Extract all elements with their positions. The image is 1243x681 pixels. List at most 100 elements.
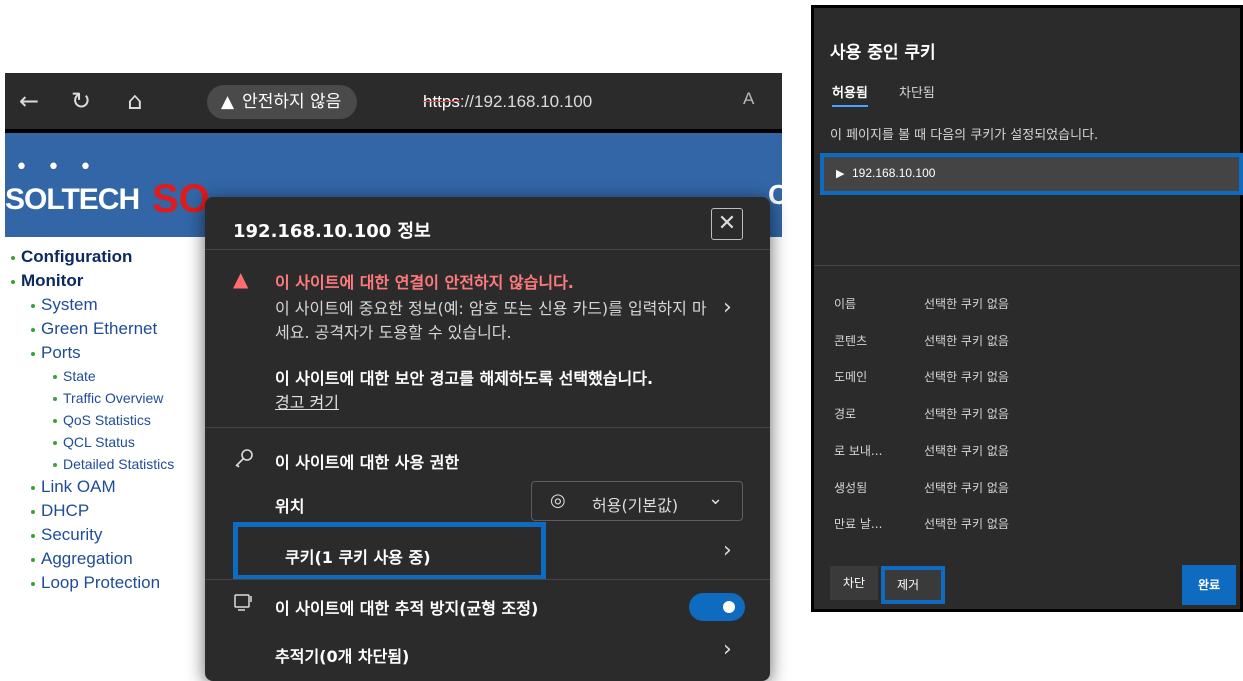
nav-item[interactable]: System (5, 293, 205, 317)
nav-item-label: Loop Protection (41, 573, 161, 592)
nav-item-label: Aggregation (41, 549, 133, 568)
tab-blocked[interactable]: 차단됨 (899, 82, 935, 101)
divider (205, 427, 770, 428)
warning-title: 이 사이트에 대한 연결이 안전하지 않습니다. (275, 273, 574, 292)
cookie-property-name: 만료 날... (834, 517, 883, 531)
nav-item[interactable]: Aggregation (5, 547, 205, 571)
close-icon[interactable]: ✕ (711, 208, 743, 240)
bullet-icon (53, 397, 57, 402)
bullet-icon (53, 441, 57, 446)
key-icon (233, 447, 255, 474)
warning-body[interactable]: 이 사이트에 중요한 정보(예: 암호 또는 신용 카드)를 입력하지 마세요.… (275, 297, 713, 345)
nav-item[interactable]: State (5, 365, 205, 387)
nav-item-label: Green Ethernet (41, 319, 158, 338)
logo-text: SOLTECH (5, 183, 140, 216)
expand-triangle-icon[interactable]: ▶ (836, 167, 844, 180)
nav-item-label: QoS Statistics (63, 412, 151, 428)
nav-item[interactable]: DHCP (5, 499, 205, 523)
not-secure-chip[interactable]: ▲ 안전하지 않음 (207, 85, 358, 119)
url-host: ://192.168.10.100 (459, 92, 593, 111)
bullet-icon (31, 303, 35, 308)
cookie-property-value: 선택한 쿠키 없음 (924, 444, 1009, 458)
location-label: 위치 (275, 497, 305, 516)
nav-item-label: Traffic Overview (63, 390, 164, 406)
nav-item-label: System (41, 295, 98, 314)
tab-allowed[interactable]: 허용됨 (832, 82, 868, 107)
turn-on-warnings-link[interactable]: 경고 켜기 (275, 389, 339, 413)
warning-icon: ▲ (233, 267, 249, 291)
nav-item[interactable]: QCL Status (5, 431, 205, 453)
cookie-site-name: 192.168.10.100 (852, 166, 936, 180)
nav-item[interactable]: Security (5, 523, 205, 547)
done-button[interactable]: 완료 (1182, 565, 1236, 605)
nav-item[interactable]: Link OAM (5, 475, 205, 499)
cookie-property-value: 선택한 쿠키 없음 (924, 481, 1009, 495)
permissions-title: 이 사이트에 대한 사용 권한 (275, 453, 460, 472)
nav-item[interactable]: Traffic Overview (5, 387, 205, 409)
nav-item-label: Configuration (21, 247, 133, 266)
divider (814, 265, 1240, 266)
popup-title: 192.168.10.100 정보 (233, 221, 431, 242)
nav-item[interactable]: Green Ethernet (5, 317, 205, 341)
trackers-label[interactable]: 추적기(0개 차단됨) (275, 643, 409, 667)
bypass-text: 이 사이트에 대한 보안 경고를 해제하도록 선택했습니다. (275, 369, 654, 388)
toggle-knob (723, 601, 735, 613)
location-permission-select[interactable]: ◎ 허용(기본값) ⌄ (531, 481, 743, 521)
nav-item[interactable]: Detailed Statistics (5, 453, 205, 475)
reload-icon[interactable]: ↻ (67, 87, 95, 115)
nav-item-label: QCL Status (63, 434, 135, 450)
bullet-icon (31, 351, 35, 356)
location-pin-icon: ◎ (550, 490, 566, 511)
nav-item[interactable]: Configuration (5, 245, 205, 269)
cookies-in-use-dialog: 사용 중인 쿠키 허용됨 차단됨 이 페이지를 볼 때 다음의 쿠키가 설정되었… (811, 5, 1243, 612)
cookie-property-name: 생성됨 (834, 481, 868, 495)
dialog-title: 사용 중인 쿠키 (830, 43, 936, 63)
chevron-right-icon[interactable]: › (723, 538, 732, 563)
cookie-property-name: 로 보내... (834, 444, 883, 458)
chevron-right-icon[interactable]: › (723, 637, 732, 662)
divider (205, 249, 770, 250)
bullet-icon (31, 485, 35, 490)
nav-item[interactable]: QoS Statistics (5, 409, 205, 431)
cookie-property-value: 선택한 쿠키 없음 (924, 334, 1009, 348)
logo-right-text: C (768, 179, 782, 210)
divider (205, 579, 770, 580)
block-button[interactable]: 차단 (830, 566, 878, 600)
cookie-property-name: 콘텐츠 (834, 334, 868, 348)
chevron-right-icon[interactable]: › (723, 295, 732, 320)
browser-window: ← ↻ ⌂ ▲ 안전하지 않음 https://192.168.10.100 A … (5, 73, 782, 681)
cookie-site-row[interactable]: ▶ 192.168.10.100 (820, 153, 1243, 195)
nav-item[interactable]: Monitor (5, 269, 205, 293)
browser-toolbar: ← ↻ ⌂ ▲ 안전하지 않음 https://192.168.10.100 A (5, 73, 782, 131)
bullet-icon (31, 557, 35, 562)
nav-item-label: Link OAM (41, 477, 116, 496)
read-aloud-icon[interactable]: A (743, 89, 754, 109)
address-bar[interactable]: https://192.168.10.100 (423, 92, 592, 112)
bullet-icon (11, 279, 15, 284)
bullet-icon (31, 327, 35, 332)
bullet-icon (31, 581, 35, 586)
nav-item-label: State (63, 368, 96, 384)
cookie-property-name: 이름 (834, 297, 857, 311)
nav-item-label: Detailed Statistics (63, 456, 175, 472)
nav-item-label: Security (41, 525, 103, 544)
home-icon[interactable]: ⌂ (121, 87, 149, 115)
location-value: 허용(기본값) (592, 496, 679, 515)
remove-button[interactable]: 제거 (881, 566, 945, 604)
logo-dots: • • • (15, 155, 98, 180)
tracking-prevention-title: 이 사이트에 대한 추적 방지(균형 조정) (275, 599, 539, 618)
cookies-row[interactable]: 쿠키(1 쿠키 사용 중) (233, 522, 546, 580)
tracking-prevention-toggle[interactable] (689, 593, 745, 621)
cookie-property-value: 선택한 쿠키 없음 (924, 297, 1009, 311)
cookie-property-name: 경로 (834, 407, 857, 421)
tracking-icon (233, 592, 255, 617)
cookies-label: 쿠키(1 쿠키 사용 중) (285, 548, 431, 567)
cookie-property-value: 선택한 쿠키 없음 (924, 370, 1009, 384)
back-icon[interactable]: ← (15, 87, 43, 115)
nav-item[interactable]: Ports (5, 341, 205, 365)
logo-red-text: SO (152, 177, 210, 221)
nav-item[interactable]: Loop Protection (5, 571, 205, 595)
bullet-icon (53, 419, 57, 424)
nav-item-label: Monitor (21, 271, 84, 290)
cookie-property-name: 도메인 (834, 370, 868, 384)
